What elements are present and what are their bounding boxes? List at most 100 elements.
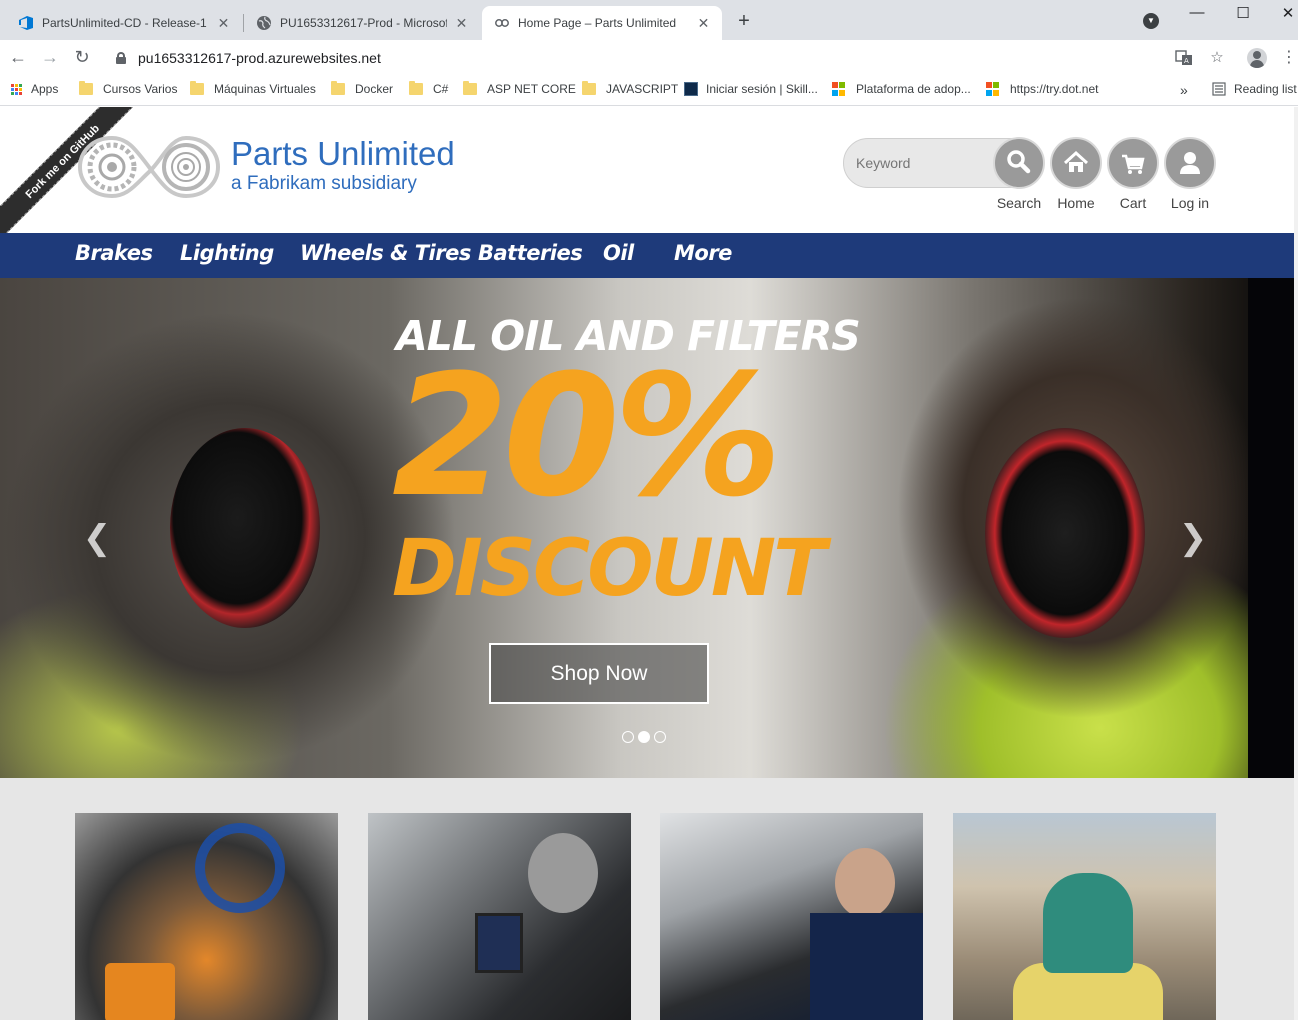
search-icon <box>1007 150 1031 174</box>
hero-carousel: ALL OIL AND FILTERS 20% DISCOUNT Shop No… <box>0 278 1294 778</box>
spring-graphic <box>195 823 285 913</box>
bookmark-docker[interactable]: Docker <box>331 81 394 96</box>
user-icon <box>1180 152 1200 174</box>
folder-icon <box>331 81 345 95</box>
uniform-graphic <box>810 913 923 1020</box>
bookmark-plataforma-adopcion[interactable]: Plataforma de adop... <box>832 82 971 96</box>
svg-text:A: A <box>1184 57 1189 65</box>
carousel-indicators <box>622 731 666 743</box>
translate-icon[interactable]: A <box>1175 49 1193 67</box>
brand-subtitle: a Fabrikam subsidiary <box>231 173 417 194</box>
apps-grid-icon <box>11 83 22 95</box>
reading-list-label: Reading list <box>1234 82 1297 96</box>
page-scrollbar[interactable] <box>1294 107 1298 1020</box>
address-bar[interactable]: pu1653312617-prod.azurewebsites.net <box>106 44 1206 72</box>
hero-discount: DISCOUNT <box>392 524 826 614</box>
lock-icon[interactable] <box>116 52 126 64</box>
bookmark-label: Cursos Varios <box>103 82 178 96</box>
promo-tile-parts[interactable] <box>75 813 338 1020</box>
cart-icon <box>1122 154 1145 174</box>
tab-title: Home Page – Parts Unlimited <box>518 16 677 30</box>
carousel-prev-icon[interactable]: ❮ <box>82 518 112 558</box>
mechanic-graphic <box>835 848 895 918</box>
reload-icon[interactable]: ↻ <box>70 46 94 70</box>
tablet-graphic <box>475 913 523 973</box>
profile-avatar-icon[interactable] <box>1247 48 1267 68</box>
bookmark-asp-net-core[interactable]: ASP NET CORE <box>463 81 576 96</box>
close-tab-icon[interactable]: ✕ <box>697 15 710 32</box>
nav-lighting[interactable]: Lighting <box>180 241 274 265</box>
globe-icon <box>257 16 271 30</box>
promo-tile-lifestyle[interactable] <box>953 813 1216 1020</box>
close-tab-icon[interactable]: ✕ <box>217 15 230 32</box>
nav-oil[interactable]: Oil <box>603 241 634 265</box>
bookmark-star-icon[interactable]: ☆ <box>1208 49 1226 67</box>
site-header: Fork me on GitHub Parts Unlimited a Fabr… <box>0 107 1294 247</box>
hero-percent: 20% <box>392 338 782 534</box>
search-button[interactable] <box>993 137 1045 189</box>
nav-batteries[interactable]: Batteries <box>478 241 583 265</box>
category-nav: Brakes Lighting Wheels & Tires Batteries… <box>0 233 1294 278</box>
home-icon <box>1063 150 1089 172</box>
forward-icon[interactable]: → <box>38 46 62 70</box>
tab-parts-unlimited[interactable]: Home Page – Parts Unlimited ✕ <box>482 6 722 40</box>
promo-tile-sales[interactable] <box>368 813 631 1020</box>
folder-icon <box>190 81 204 95</box>
more-bookmarks-button[interactable]: » <box>1180 82 1188 98</box>
nav-wheels-tires[interactable]: Wheels & Tires <box>300 241 471 265</box>
cart-button[interactable] <box>1107 137 1159 189</box>
brand-title[interactable]: Parts Unlimited <box>231 135 455 173</box>
filter-graphic <box>105 963 175 1020</box>
parts-unlimited-logo[interactable] <box>76 132 222 202</box>
carousel-dot[interactable] <box>622 731 634 743</box>
bookmark-label: Plataforma de adop... <box>856 82 971 96</box>
shop-now-button[interactable]: Shop Now <box>489 643 709 704</box>
login-label[interactable]: Log in <box>1155 195 1225 211</box>
url-text[interactable]: pu1653312617-prod.azurewebsites.net <box>138 50 381 66</box>
folder-icon <box>79 81 93 95</box>
search-input[interactable] <box>856 153 986 173</box>
microsoft-icon <box>986 82 1000 96</box>
bookmark-label: ASP NET CORE <box>487 82 576 96</box>
folder-icon <box>582 81 596 95</box>
bookmark-maquinas-virtuales[interactable]: Máquinas Virtuales <box>190 81 316 96</box>
earmuff-left-graphic <box>170 428 320 628</box>
people-graphic <box>1043 873 1133 973</box>
nav-brakes[interactable]: Brakes <box>75 241 153 265</box>
nav-more[interactable]: More <box>674 241 732 265</box>
carousel-dot[interactable] <box>654 731 666 743</box>
tab-title: PartsUnlimited-CD - Release-1 - Azure De… <box>42 16 209 30</box>
bookmark-csharp[interactable]: C# <box>409 81 449 96</box>
bookmark-label: Docker <box>355 82 394 96</box>
new-tab-button[interactable]: + <box>734 10 754 33</box>
menu-dots-icon[interactable]: ⋮ <box>1280 49 1298 67</box>
bookmark-label: Iniciar sesión | Skill... <box>706 82 818 96</box>
tab-title: PU1653312617-Prod - Microsoft Azure <box>280 16 447 30</box>
bookmark-cursos-varios[interactable]: Cursos Varios <box>79 81 178 96</box>
close-window-icon[interactable]: ✕ <box>1276 4 1298 22</box>
carousel-next-icon[interactable]: ❯ <box>1178 518 1208 558</box>
reading-list-button[interactable]: Reading list <box>1212 82 1297 96</box>
promo-tile-service[interactable] <box>660 813 923 1020</box>
azure-devops-icon <box>19 16 33 30</box>
folder-icon <box>463 81 477 95</box>
maximize-icon[interactable]: ☐ <box>1231 4 1255 22</box>
carousel-dot-active[interactable] <box>638 731 650 743</box>
tab-azure-devops[interactable]: PartsUnlimited-CD - Release-1 - Azure De… <box>6 6 242 40</box>
browser-tab-strip: PartsUnlimited-CD - Release-1 - Azure De… <box>0 0 1298 40</box>
promo-tiles <box>0 778 1294 1020</box>
skillsoft-icon <box>684 82 698 96</box>
bookmark-label: C# <box>433 82 449 96</box>
bookmark-label: Máquinas Virtuales <box>214 82 316 96</box>
bookmark-skillsoft[interactable]: Iniciar sesión | Skill... <box>684 82 818 96</box>
close-tab-icon[interactable]: ✕ <box>455 15 468 32</box>
bookmark-try-dotnet[interactable]: https://try.dot.net <box>986 82 1099 96</box>
tab-azure-portal[interactable]: PU1653312617-Prod - Microsoft Azure ✕ <box>244 6 480 40</box>
back-icon[interactable]: ← <box>6 46 30 70</box>
login-button[interactable] <box>1164 137 1216 189</box>
bookmark-javascript[interactable]: JAVASCRIPT <box>582 81 678 96</box>
home-button[interactable] <box>1050 137 1102 189</box>
bookmark-apps[interactable]: Apps <box>11 82 58 96</box>
minimize-icon[interactable]: — <box>1185 4 1209 21</box>
tab-search-icon[interactable]: ▼ <box>1143 13 1159 29</box>
